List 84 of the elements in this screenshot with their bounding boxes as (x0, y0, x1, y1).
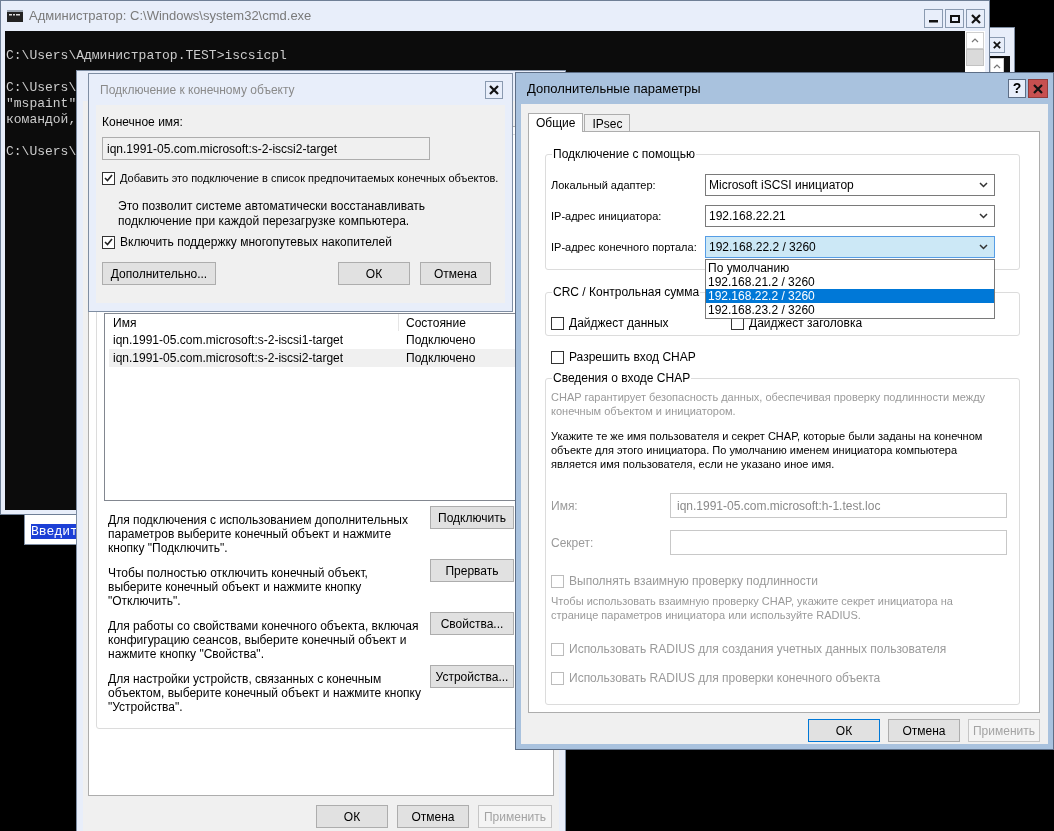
dialog-title: Подключение к конечному объекту (100, 81, 295, 99)
dropdown-option[interactable]: По умолчанию (706, 261, 994, 275)
table-cell-text: iqn.1991-05.com.microsoft:s-2-iscsi1-target (112, 332, 345, 349)
dialog-button[interactable]: Подключить (430, 506, 514, 529)
checkbox-label: Дайджест заголовка (749, 315, 863, 332)
checkbox[interactable] (551, 316, 564, 330)
field-label: Локальный адаптер: (551, 177, 657, 193)
action-description: Для работы со свойствами конечного объекта, включая конфигурацию сеансов, выберите конечный объект и нажмите кнопку "Свойства". (108, 619, 420, 661)
dialog-button[interactable]: ОК (808, 719, 880, 742)
close-button[interactable] (966, 9, 985, 28)
action-description: Для подключения с использованием дополнительных параметров выберите конечный объект и нажмите кнопку "Подключить". (108, 513, 409, 555)
chevron-down-icon (979, 213, 988, 219)
console-line: командой, (6, 112, 77, 128)
checkbox[interactable] (551, 350, 564, 364)
close-icon (970, 13, 981, 24)
field-label: Конечное имя: (102, 115, 183, 129)
group-legend: Подключение с помощью (552, 147, 696, 161)
dialog-button[interactable]: Дополнительно... (102, 262, 216, 285)
text-field[interactable]: iqn.1991-05.com.microsoft:s-2-iscsi2-target (102, 137, 430, 160)
checkbox-label: Выполнять взаимную проверку подлинности (569, 573, 818, 590)
chevron-up-icon (971, 38, 979, 43)
action-description: Для настройки устройств, связанных с конечным объектом, выберите конечный объект и нажмите кнопку "Устройства". (108, 672, 422, 714)
scroll-thumb[interactable] (966, 49, 984, 66)
minimize-button[interactable] (924, 9, 943, 28)
table-cell-text: iqn.1991-05.com.microsoft:s-2-iscsi2-target (112, 350, 345, 367)
chevron-down-icon (979, 244, 988, 250)
checkbox-label: Использовать RADIUS для создания учетных данных пользователя (569, 641, 947, 658)
console-line: "mspaint" (6, 96, 77, 112)
check-icon (104, 174, 113, 182)
info-text: CHAP гарантирует безопасность данных, обеспечивая проверку подлинности между конечным объектом и инициатором. (551, 390, 986, 418)
maximize-button[interactable] (945, 9, 964, 28)
console-line: C:\Users\ (6, 80, 77, 96)
chevron-down-icon (979, 182, 988, 188)
console-icon (7, 10, 23, 22)
dropdown-option[interactable]: 192.168.23.2 / 3260 (706, 303, 994, 317)
console-line: C:\Users\ (6, 144, 77, 160)
dialog-button[interactable]: Отмена (420, 262, 491, 285)
checkbox-label: Разрешить вход CHAP (569, 349, 696, 366)
checkbox-label: Дайджест данных (569, 315, 669, 332)
dialog-button[interactable]: ОК (338, 262, 410, 285)
field-label: IP-адрес инициатора: (551, 208, 663, 224)
checkbox[interactable] (102, 171, 115, 185)
dialog-button[interactable]: Отмена (888, 719, 960, 742)
window-title: Администратор: C:\Windows\system32\cmd.exe (29, 7, 312, 26)
close-icon (1033, 83, 1043, 94)
dropdown-option[interactable]: 192.168.21.2 / 3260 (706, 275, 994, 289)
tab[interactable]: IPsec (584, 114, 631, 131)
tab[interactable]: Общие (528, 113, 584, 132)
help-button[interactable]: ? (1008, 79, 1026, 98)
group-legend: Сведения о входе CHAP (552, 371, 692, 385)
info-text: Укажите те же имя пользователя и секрет CHAP, которые были заданы на конечном объекте для этого инициатора. По умолчанию именем инициатора компьютера является имя пользователя, если не указано иное имя. (551, 429, 983, 471)
dialog-button[interactable]: ОК (316, 805, 388, 828)
close-icon (489, 84, 499, 95)
chevron-up-icon (993, 63, 1001, 69)
table-row[interactable]: iqn.1991-05.com.microsoft:s-2-iscsi2-target Подключено (109, 349, 515, 367)
group-legend: CRC / Контрольная сумма (552, 285, 701, 299)
checkbox-label: Использовать RADIUS для проверки конечного объекта (569, 670, 881, 687)
dialog-title: Дополнительные параметры (527, 79, 701, 98)
info-text: Это позволит системе автоматически восстанавливать подключение при каждой перезагрузке компьютера. (118, 199, 426, 229)
check-icon (104, 238, 113, 246)
info-text: Чтобы использовать взаимную проверку CHAP, укажите секрет инициатора на странице параметров инициатора или используйте RADIUS. (551, 594, 953, 622)
dropdown-field[interactable]: 192.168.22.21 (705, 205, 995, 227)
close-icon (993, 41, 1001, 49)
dropdown-field[interactable]: Microsoft iSCSI инициатор (705, 174, 995, 196)
table-cell-text: Подключено (405, 350, 476, 367)
checkbox-label: Включить поддержку многопутевых накопителей (120, 234, 392, 251)
checkbox-label: Добавить это подключение в список предпочитаемых конечных объектов. (120, 170, 499, 186)
dialog-button[interactable]: Прервать (430, 559, 514, 582)
dropdown-option[interactable]: 192.168.22.2 / 3260 (706, 289, 994, 303)
table-cell-text: Подключено (405, 332, 476, 349)
action-description: Чтобы полностью отключить конечный объект, выберите конечный объект и нажмите кнопку "Отключить". (108, 566, 369, 608)
field-label: Имя: (551, 497, 579, 515)
dialog-button[interactable]: Свойства... (430, 612, 514, 635)
close-button[interactable] (485, 80, 503, 99)
dropdown-field[interactable]: 192.168.22.2 / 3260 (705, 236, 995, 258)
field-label: IP-адрес конечного портала: (551, 239, 698, 255)
field-label: Секрет: (551, 534, 595, 552)
dialog-button[interactable]: Устройства... (430, 665, 514, 688)
console-line: C:\Users\Администратор.TEST>iscsicpl (6, 48, 287, 64)
checkbox[interactable] (102, 235, 115, 249)
selected-text: Введит (31, 524, 78, 539)
column-header[interactable]: Состояние (399, 314, 515, 331)
dialog-button[interactable]: Отмена (397, 805, 469, 828)
maximize-icon (949, 14, 960, 23)
